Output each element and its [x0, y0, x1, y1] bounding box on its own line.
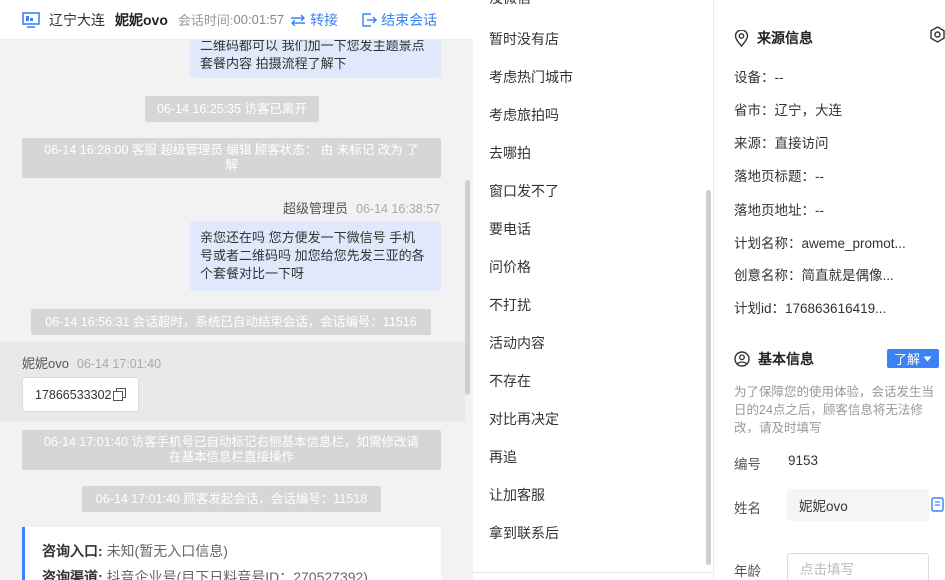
divider — [473, 572, 713, 573]
transfer-icon — [291, 14, 306, 26]
quick-tag-item[interactable]: 拿到联系后 — [489, 523, 559, 543]
customer-info-panel: 来源信息 设备：-- 省市：辽宁，大连 来源：直接访问 落地页标题：-- 落地页… — [713, 0, 945, 580]
entry-row: 咨询入口: 未知(暂无入口信息) — [42, 538, 441, 564]
caret-down-icon — [923, 356, 932, 361]
entry-value: 未知(暂无入口信息) — [106, 543, 228, 559]
landing-page-url: 落地页地址：-- — [734, 203, 824, 218]
quick-tag-item[interactable]: 对比再决定 — [489, 409, 559, 429]
quick-tag-item[interactable]: 活动内容 — [489, 333, 545, 353]
entry-label: 咨询入口: — [42, 543, 103, 559]
end-session-button[interactable]: 结束会话 — [362, 10, 437, 30]
system-message-leave: 06-14 16:25:35 访客已离开 — [145, 96, 319, 122]
chat-panel: 二维码都可以 我们加一下您发主题景点 套餐内容 拍摄流程了解下 06-14 16… — [0, 0, 473, 580]
landing-page-title: 落地页标题：-- — [734, 169, 824, 184]
quick-tag-item[interactable]: 要电话 — [489, 219, 531, 239]
phone-number: 17866533302 — [35, 387, 112, 402]
plan-id: 计划id：176863616419... — [734, 301, 887, 316]
quick-tag-panel: 没微信 暂时没有店 考虑热门城市 考虑旅拍吗 去哪拍 窗口发不了 要电话 问价格… — [473, 0, 713, 580]
copy-icon[interactable] — [931, 497, 944, 512]
source-channel: 来源：直接访问 — [734, 136, 829, 151]
system-message-text: 解 — [225, 158, 238, 172]
bubble-line: 号或者二维码吗 加您给您先发三亚的各 — [200, 248, 425, 263]
quick-tag-item[interactable]: 问价格 — [489, 257, 531, 277]
name-field[interactable]: 妮妮ovo — [787, 489, 929, 521]
message-time: 06-14 16:38:57 — [356, 202, 441, 216]
system-message-text: 06-14 16:25:35 访客已离开 — [156, 101, 308, 116]
section-title: 基本信息 — [758, 351, 814, 367]
app-window: 二维码都可以 我们加一下您发主题景点 套餐内容 拍摄流程了解下 06-14 16… — [0, 0, 945, 580]
system-message-text: 06-14 17:01:40 顾客发起会话，会话编号：11518 — [95, 491, 368, 506]
quick-tag-item[interactable]: 考虑旅拍吗 — [489, 105, 559, 125]
exit-icon — [362, 12, 378, 27]
bubble-line: 套餐内容 拍摄流程了解下 — [200, 56, 347, 71]
monitor-icon — [22, 11, 40, 28]
quick-tag-item[interactable]: 没微信 — [489, 0, 531, 8]
phone-card[interactable]: 17866533302 — [22, 377, 139, 412]
name-label: 姓名 — [734, 501, 761, 516]
visitor-name-header: 妮妮ovo — [115, 11, 168, 28]
settings-icon[interactable] — [929, 26, 945, 43]
agent-message-meta: 超级管理员 06-14 16:38:57 — [283, 198, 440, 217]
visitor-message-meta: 妮妮ovo 06-14 17:01:40 — [22, 353, 161, 372]
quick-tag-item[interactable]: 考虑热门城市 — [489, 67, 573, 87]
channel-row: 咨询渠道: 抖音企业号(目下日料音号ID：270527392) — [42, 564, 441, 580]
quick-tag-item[interactable]: 不存在 — [489, 371, 531, 391]
source-device: 设备：-- — [734, 70, 784, 85]
quick-tag-item[interactable]: 去哪拍 — [489, 143, 531, 163]
message-time: 06-14 17:01:40 — [76, 357, 162, 371]
quick-tag-item[interactable]: 不打扰 — [489, 295, 531, 315]
system-message-text: 06-14 16:28:00 客服 超级管理员 编辑 顾客状态： 由 未标记 改… — [44, 143, 419, 157]
code-value: 9153 — [788, 453, 819, 468]
message-bubble-agent: 亲您还在吗 您方便发一下微信号 手机 号或者二维码吗 加您给您先发三亚的各 个套… — [190, 221, 441, 291]
source-info-header: 来源信息 — [734, 28, 813, 48]
system-message-start: 06-14 17:01:40 顾客发起会话，会话编号：11518 — [82, 486, 381, 512]
session-time-value: 00:01:57 — [233, 12, 285, 27]
code-label: 编号 — [734, 457, 761, 472]
system-message-text: 在基本信息栏直接操作 — [168, 450, 294, 464]
system-message-marked: 06-14 17:01:40 访客手机号已自动标记右侧基本信息栏，如需修改请 在… — [22, 430, 441, 470]
plan-name: 计划名称：aweme_promot... — [734, 236, 906, 251]
chat-header: 辽宁大连 妮妮ovo 会话时间: 00:01:57 转接 结束会话 — [0, 0, 473, 40]
transfer-button[interactable]: 转接 — [290, 10, 338, 30]
creative-name: 创意名称：简直就是偶像... — [734, 268, 894, 283]
message-bubble-agent-top: 二维码都可以 我们加一下您发主题景点 套餐内容 拍摄流程了解下 — [190, 34, 441, 78]
agent-name: 超级管理员 — [283, 201, 349, 216]
bubble-line: 亲您还在吗 您方便发一下微信号 手机 — [200, 230, 416, 245]
bubble-line: 个套餐对比一下呀 — [200, 266, 305, 281]
learn-more-button[interactable]: 了解 — [887, 349, 939, 368]
system-message-text: 06-14 16:56:31 会话超时，系统已自动结束会话，会话编号：11516 — [45, 314, 417, 329]
system-message-status: 06-14 16:28:00 客服 超级管理员 编辑 顾客状态： 由 未标记 改… — [22, 138, 441, 178]
visitor-location: 辽宁大连 — [49, 11, 105, 28]
end-session-label: 结束会话 — [381, 11, 438, 28]
channel-value: 抖音企业号(目下日料音号ID：270527392) — [106, 569, 368, 580]
basic-info-header: 基本信息 — [734, 349, 814, 369]
age-label: 年龄 — [734, 564, 761, 579]
session-time-label: 会话时间: — [177, 13, 234, 28]
copy-icon[interactable] — [113, 388, 127, 401]
channel-label: 咨询渠道: — [42, 569, 103, 580]
quick-tag-item[interactable]: 暂时没有店 — [489, 29, 559, 49]
visitor-name: 妮妮ovo — [22, 356, 69, 371]
section-title: 来源信息 — [757, 30, 813, 46]
location-pin-icon — [734, 29, 749, 47]
source-region: 省市：辽宁，大连 — [734, 103, 842, 118]
consult-info-card: 咨询入口: 未知(暂无入口信息) 咨询渠道: 抖音企业号(目下日料音号ID：27… — [22, 527, 441, 580]
user-circle-icon — [734, 351, 750, 367]
chat-scrollbar[interactable] — [465, 180, 470, 395]
learn-more-label: 了解 — [893, 352, 920, 367]
transfer-label: 转接 — [310, 11, 339, 28]
edit-notice: 为了保障您的使用体验，会话发生当日的24点之后，顾客信息将无法修改，请及时填写 — [734, 385, 935, 435]
age-input[interactable] — [787, 553, 929, 580]
quick-tag-item[interactable]: 再追 — [489, 447, 517, 467]
tag-scrollbar[interactable] — [706, 190, 711, 565]
system-message-text: 06-14 17:01:40 访客手机号已自动标记右侧基本信息栏，如需修改请 — [43, 435, 420, 449]
system-message-timeout: 06-14 16:56:31 会话超时，系统已自动结束会话，会话编号：11516 — [31, 309, 431, 335]
quick-tag-item[interactable]: 窗口发不了 — [489, 181, 559, 201]
quick-tag-item[interactable]: 让加客服 — [489, 485, 545, 505]
